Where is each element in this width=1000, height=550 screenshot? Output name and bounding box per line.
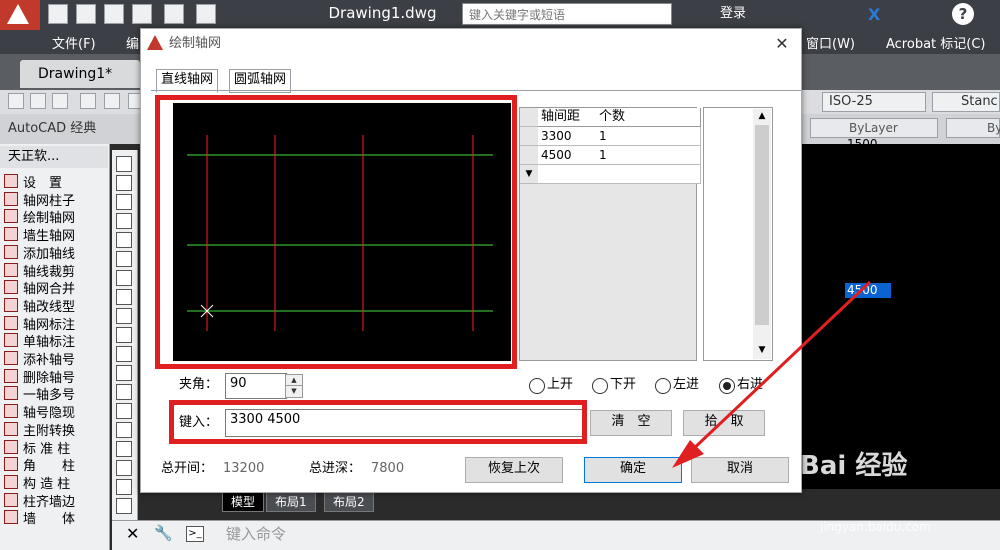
arrow-shaft bbox=[688, 280, 872, 454]
annotation-arrow bbox=[672, 280, 872, 468]
